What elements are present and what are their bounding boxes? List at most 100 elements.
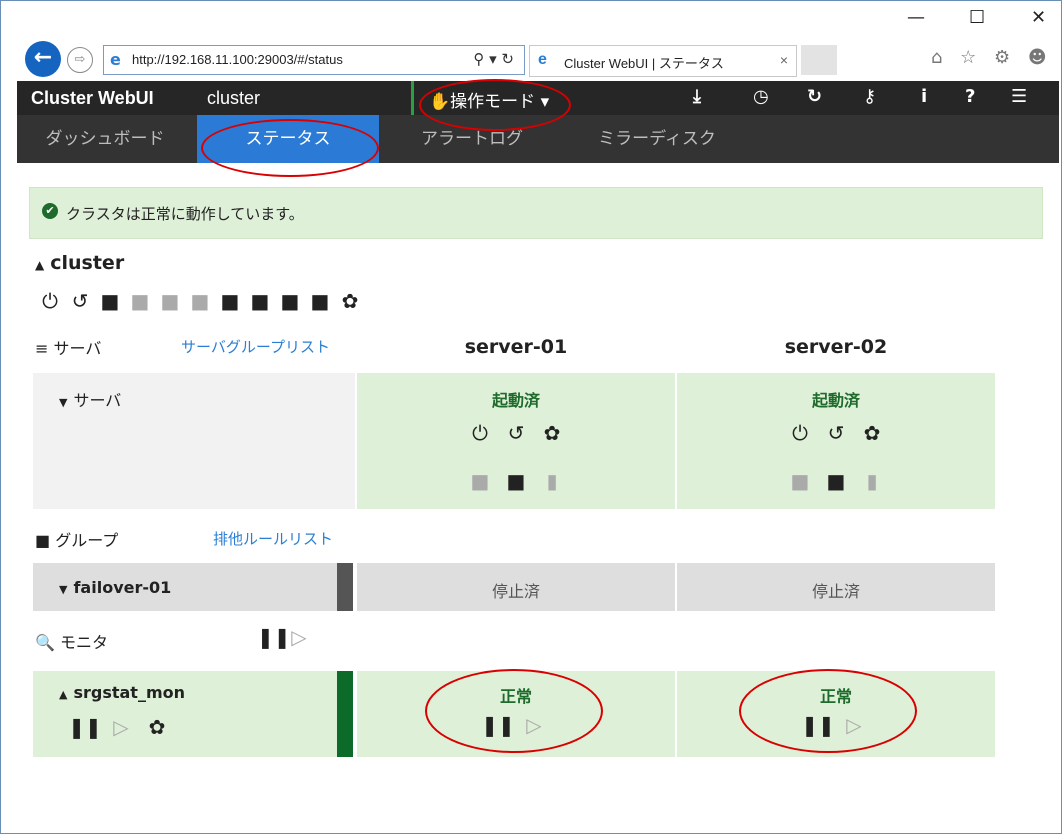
server-row-text: サーバ: [73, 391, 122, 410]
key-icon[interactable]: ⚷: [863, 86, 876, 107]
server-group-icon[interactable]: ■: [818, 469, 854, 493]
new-tab-button[interactable]: [801, 45, 837, 75]
server-disk-icon: ▮: [546, 469, 558, 493]
annotation-ellipse-monitor-02: [739, 669, 917, 753]
server-move-icon: ■: [470, 469, 490, 493]
stop-server-icon[interactable]: ■: [305, 289, 335, 313]
cluster-name: cluster: [207, 88, 261, 108]
server-power-icon[interactable]: ⏻: [462, 421, 498, 445]
info-icon[interactable]: i: [921, 86, 927, 107]
monitor-row-actions: ❚❚ ▷ ✿: [67, 715, 175, 739]
tab-mirror-disk[interactable]: ミラーディスク: [577, 115, 737, 163]
server-reboot-icon[interactable]: ↺: [498, 421, 534, 445]
collapse-icon: ▲: [59, 688, 68, 701]
server-01-status: 起動済: [491, 391, 540, 410]
group-status-bar: [337, 563, 353, 611]
cluster-title-label: cluster: [50, 252, 125, 274]
monitor-row-label[interactable]: ▲ srgstat_mon: [59, 683, 185, 702]
menu-icon[interactable]: ☰: [1011, 86, 1027, 107]
monitor-header-actions: ❚❚▷: [257, 625, 313, 649]
reboot-icon[interactable]: ↺: [65, 289, 95, 313]
expand-icon: ▼: [59, 583, 68, 596]
ie-icon: e: [110, 50, 121, 69]
start-group-icon[interactable]: ■: [95, 289, 125, 313]
server-section-text: サーバ: [53, 339, 102, 358]
browser-window: — ☐ ✕ ← ⇨ e http://192.168.11.100:29003/…: [0, 0, 1062, 834]
suspend-group-icon: ■: [190, 289, 210, 313]
resume-all-icon: ▷: [291, 625, 307, 649]
recover-group-icon[interactable]: ■: [245, 289, 275, 313]
annotation-ellipse-status-tab: [201, 119, 379, 177]
monitor-resume-icon: ▷: [113, 715, 129, 739]
tab-dashboard[interactable]: ダッシュボード: [17, 115, 193, 163]
column-server-02: server-02: [784, 336, 888, 358]
server-section-label: ≡ サーバ: [35, 335, 101, 359]
group-server-02-status: 停止済: [811, 582, 860, 601]
back-button[interactable]: ←: [25, 41, 61, 77]
monitor-settings-icon[interactable]: ✿: [139, 715, 175, 739]
mode-separator: [411, 81, 414, 115]
browser-toolbar-icons[interactable]: ⌂ ☆ ⚙ ☻: [931, 47, 1053, 68]
server-move-icon: ■: [790, 469, 810, 493]
monitor-section-label: 🔍 モニタ: [35, 629, 108, 653]
cluster-action-icons: ⏻ ↺ ■ ■ ■ ■ ■ ■ ■ ■ ✿: [35, 289, 365, 313]
clock-icon[interactable]: ◷: [753, 86, 769, 107]
annotation-ellipse-monitor-01: [425, 669, 603, 753]
address-bar[interactable]: e http://192.168.11.100:29003/#/status ⚲…: [103, 45, 525, 75]
cluster-title[interactable]: ▲ cluster: [35, 252, 124, 274]
server-02-actions: ⏻ ↺ ✿: [677, 421, 995, 445]
server-group-list-link[interactable]: サーバグループリスト: [181, 336, 330, 357]
check-circle-icon: ✔: [42, 203, 58, 219]
server-02-sub-actions: ■ ■ ▮: [677, 469, 995, 493]
help-icon[interactable]: ?: [965, 86, 975, 107]
group-server-01-status: 停止済: [491, 582, 540, 601]
download-icon[interactable]: ⤓: [693, 86, 701, 107]
cluster-settings-icon[interactable]: ✿: [335, 289, 365, 313]
server-row-label[interactable]: ▼ サーバ: [59, 387, 121, 411]
search-icon: 🔍: [35, 633, 55, 652]
group-section-text: グループ: [55, 531, 119, 550]
server-power-icon[interactable]: ⏻: [782, 421, 818, 445]
expand-icon: ▼: [59, 396, 68, 409]
server-01-sub-actions: ■ ■ ▮: [357, 469, 675, 493]
server-settings-icon[interactable]: ✿: [534, 421, 570, 445]
group-row-text: failover-01: [73, 578, 172, 597]
monitor-pause-icon[interactable]: ❚❚: [67, 715, 103, 739]
maximize-button[interactable]: ☐: [969, 7, 985, 28]
start-server-icon[interactable]: ■: [275, 289, 305, 313]
app-brand[interactable]: Cluster WebUI: [31, 88, 154, 109]
browser-tab[interactable]: e Cluster WebUI | ステータス ×: [529, 45, 797, 77]
server-reboot-icon[interactable]: ↺: [818, 421, 854, 445]
server-list-icon: ≡: [35, 339, 49, 358]
group-row-label[interactable]: ▼ failover-01: [59, 578, 171, 597]
monitor-status-bar: [337, 671, 353, 757]
server-01-actions: ⏻ ↺ ✿: [357, 421, 675, 445]
stop-group-icon: ■: [130, 289, 150, 313]
server-group-icon[interactable]: ■: [498, 469, 534, 493]
tab-title: Cluster WebUI | ステータス: [564, 56, 724, 71]
exclusion-rule-list-link[interactable]: 排他ルールリスト: [213, 528, 333, 549]
close-window-button[interactable]: ✕: [1031, 7, 1046, 28]
column-server-01: server-01: [464, 336, 568, 358]
group-grid-icon: ■: [35, 531, 51, 550]
refresh-icon[interactable]: ↻: [807, 86, 822, 107]
status-alert: ✔ クラスタは正常に動作しています。: [29, 187, 1043, 239]
pause-all-icon[interactable]: ❚❚: [257, 625, 291, 649]
monitor-row-text: srgstat_mon: [73, 683, 186, 702]
annotation-ellipse-mode: [419, 79, 571, 131]
forward-button[interactable]: ⇨: [67, 47, 93, 73]
resume-group-icon[interactable]: ■: [215, 289, 245, 313]
tab-close-icon[interactable]: ×: [780, 52, 788, 68]
server-settings-icon[interactable]: ✿: [854, 421, 890, 445]
address-url[interactable]: http://192.168.11.100:29003/#/status: [132, 52, 343, 67]
address-tools[interactable]: ⚲ ▾ ↻: [473, 50, 514, 68]
collapse-icon[interactable]: ▲: [35, 258, 44, 272]
power-icon[interactable]: ⏻: [35, 289, 65, 313]
minimize-button[interactable]: —: [907, 7, 925, 28]
move-group-icon: ■: [160, 289, 180, 313]
group-section-label: ■ グループ: [35, 527, 118, 551]
server-02-status: 起動済: [811, 391, 860, 410]
server-disk-icon: ▮: [866, 469, 878, 493]
ie-tab-icon: e: [538, 51, 547, 68]
alert-text: クラスタは正常に動作しています。: [66, 205, 304, 223]
